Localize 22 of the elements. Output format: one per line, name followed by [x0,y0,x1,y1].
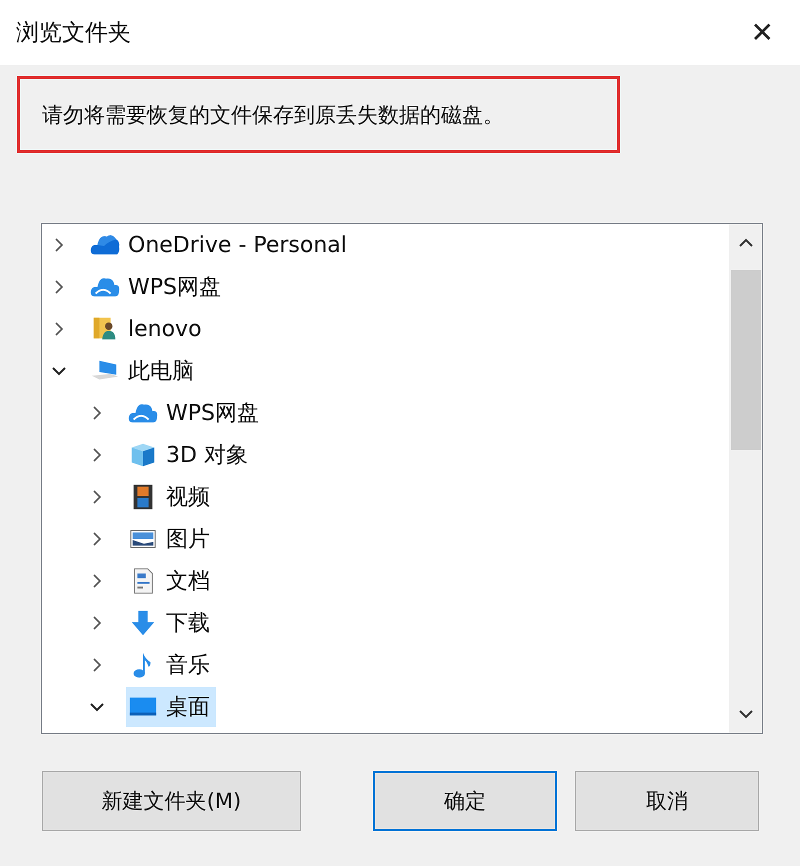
tree-item[interactable]: lenovo [88,309,208,349]
scrollbar[interactable] [729,224,762,733]
tree-item[interactable]: 文档 [126,561,216,601]
tree-item[interactable]: 图片 [126,519,216,559]
tree-item[interactable]: 音乐 [126,645,216,685]
tree-item[interactable]: 此电脑 [88,351,200,391]
tree-item[interactable]: OneDrive - Personal [88,225,353,265]
caret-down-icon [738,709,754,719]
ok-button[interactable]: 确定 [373,771,557,831]
warning-message: 请勿将需要恢复的文件保存到原丢失数据的磁盘。 [17,76,620,153]
close-button[interactable]: ✕ [746,16,778,49]
window-title: 浏览文件夹 [16,19,131,48]
caret-up-icon [738,238,754,248]
tree-item[interactable]: 3D 对象 [126,435,254,475]
tree-item[interactable]: WPS网盘 [88,267,227,307]
cancel-button[interactable]: 取消 [575,771,759,831]
tree-item[interactable]: 视频 [126,477,216,517]
tree-item[interactable]: WPS网盘 [126,393,265,433]
selected-tree-item[interactable]: 桌面 [126,687,216,727]
new-folder-button[interactable]: 新建文件夹(M) [42,771,301,831]
scrollbar-thumb[interactable] [730,270,760,450]
tree-item[interactable]: 下载 [126,603,216,643]
